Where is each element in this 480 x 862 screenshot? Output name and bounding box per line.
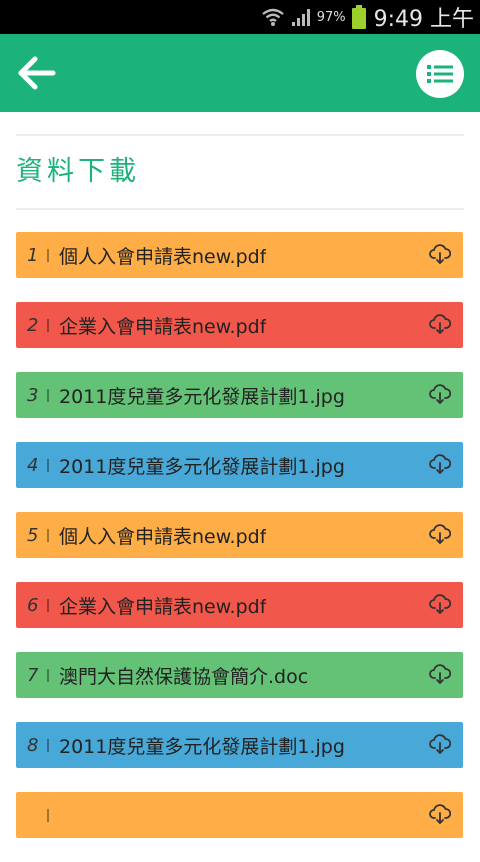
file-item[interactable]: 5 個人入會申請表new.pdf	[16, 512, 463, 558]
signal-icon	[291, 7, 313, 27]
title-divider-bottom	[16, 208, 464, 210]
file-name: 企業入會申請表new.pdf	[59, 315, 267, 338]
cloud-download-icon[interactable]	[429, 804, 452, 826]
file-item[interactable]	[16, 792, 463, 838]
file-name: 個人入會申請表new.pdf	[59, 525, 267, 548]
title-divider-top	[16, 134, 464, 136]
file-name: 企業入會申請表new.pdf	[59, 595, 267, 618]
cloud-download-icon[interactable]	[429, 664, 452, 686]
file-separator	[47, 738, 49, 752]
cloud-download-icon[interactable]	[429, 524, 452, 546]
file-separator	[47, 318, 49, 332]
file-item[interactable]: 6 企業入會申請表new.pdf	[16, 582, 463, 628]
menu-button[interactable]	[416, 50, 464, 98]
file-separator	[47, 808, 49, 822]
file-number: 8	[27, 734, 39, 756]
cloud-download-icon[interactable]	[429, 734, 452, 756]
file-number: 1	[27, 244, 39, 266]
file-separator	[47, 528, 49, 542]
file-item[interactable]: 1 個人入會申請表new.pdf	[16, 232, 463, 278]
file-number: 6	[27, 594, 39, 616]
file-number: 3	[27, 384, 39, 406]
file-item[interactable]: 7 澳門大自然保護協會簡介.doc	[16, 652, 463, 698]
file-number: 7	[27, 664, 39, 686]
header-scallop-edge	[0, 106, 480, 116]
file-name: 2011度兒童多元化發展計劃1.jpg	[59, 455, 345, 478]
cloud-download-icon[interactable]	[429, 594, 452, 616]
file-item[interactable]: 2 企業入會申請表new.pdf	[16, 302, 463, 348]
cloud-download-icon[interactable]	[429, 454, 452, 476]
file-number: 5	[27, 524, 39, 546]
file-item[interactable]: 3 2011度兒童多元化發展計劃1.jpg	[16, 372, 463, 418]
file-name: 2011度兒童多元化發展計劃1.jpg	[59, 385, 345, 408]
wifi-icon	[261, 7, 285, 27]
back-button[interactable]	[16, 52, 58, 94]
file-separator	[47, 458, 49, 472]
file-separator	[47, 248, 49, 262]
file-item[interactable]: 8 2011度兒童多元化發展計劃1.jpg	[16, 722, 463, 768]
cloud-download-icon[interactable]	[429, 244, 452, 266]
file-name: 2011度兒童多元化發展計劃1.jpg	[59, 735, 345, 758]
battery-icon	[351, 5, 366, 29]
status-bar: 97% 9:49 上午	[0, 0, 480, 34]
file-list: 1 個人入會申請表new.pdf 2 企業入會申請表new.pdf 3 2011度兒童多元…	[16, 232, 463, 862]
cloud-download-icon[interactable]	[429, 314, 452, 336]
clock: 9:49 上午	[373, 7, 474, 32]
app-header	[0, 34, 480, 112]
cloud-download-icon[interactable]	[429, 384, 452, 406]
file-number: 2	[27, 314, 39, 336]
arrow-left-icon	[17, 55, 57, 91]
list-icon	[427, 64, 453, 84]
file-separator	[47, 388, 49, 402]
file-name: 個人入會申請表new.pdf	[59, 245, 267, 268]
file-separator	[47, 598, 49, 612]
file-separator	[47, 668, 49, 682]
page-title: 資料下載	[16, 156, 140, 187]
file-item[interactable]: 4 2011度兒童多元化發展計劃1.jpg	[16, 442, 463, 488]
battery-percent: 97%	[316, 9, 346, 25]
file-name: 澳門大自然保護協會簡介.doc	[59, 665, 309, 688]
file-number: 4	[27, 454, 39, 476]
